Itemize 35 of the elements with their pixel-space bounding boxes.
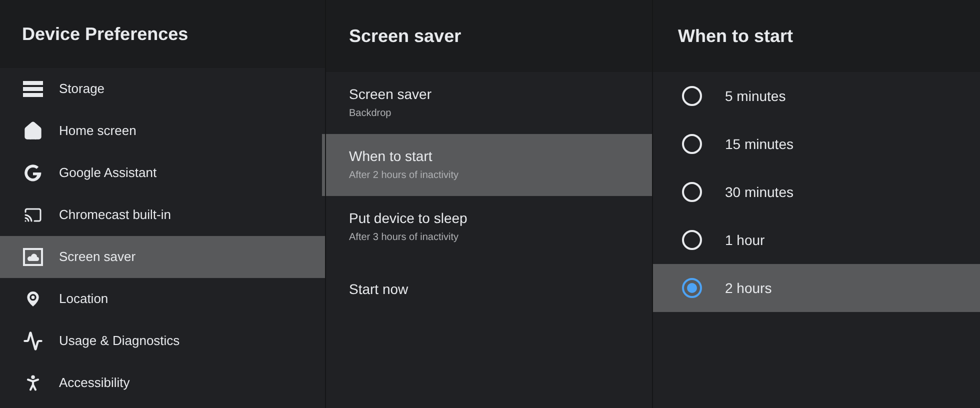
panel-title: Device Preferences	[22, 22, 188, 46]
item-label: Screen saver	[349, 85, 432, 103]
panel-title: Screen saver	[349, 24, 462, 48]
settings-item[interactable]: When to start After 2 hours of inactivity	[326, 134, 652, 196]
item-label: Start now	[349, 280, 410, 298]
scrollbar	[322, 134, 325, 196]
radio-option[interactable]: 15 minutes	[653, 120, 980, 168]
menu-item[interactable]: Chromecast built-in	[0, 194, 325, 236]
menu-item[interactable]: Home screen	[0, 110, 325, 152]
radio-option[interactable]: 1 hour	[653, 216, 980, 264]
cast-icon	[24, 206, 42, 224]
menu-item[interactable]: Accessibility	[0, 362, 325, 404]
settings-item[interactable]: Start now	[326, 258, 652, 320]
radio-option[interactable]: 30 minutes	[653, 168, 980, 216]
g-logo-icon	[23, 163, 43, 183]
item-summary: After 3 hours of inactivity	[349, 231, 460, 245]
settings-item[interactable]: Put device to sleep After 3 hours of inactivity	[326, 196, 652, 258]
home-icon	[23, 121, 43, 141]
menu-item[interactable]: Storage	[0, 68, 325, 110]
item-summary: Backdrop	[349, 107, 392, 121]
menu-item[interactable]: Google Assistant	[0, 152, 325, 194]
radio-option[interactable]: 5 minutes	[653, 72, 980, 120]
panel-title: When to start	[678, 24, 793, 48]
screen-saver-icon	[23, 248, 43, 266]
settings-item[interactable]: Screen saver Backdrop	[326, 72, 652, 134]
menu-item[interactable]: Screen saver	[0, 236, 325, 278]
item-label: When to start	[349, 147, 434, 165]
trend-line-icon	[23, 331, 43, 351]
radio-button[interactable]	[682, 278, 702, 298]
item-label: Put device to sleep	[349, 209, 468, 227]
menu-item[interactable]: Location	[0, 278, 325, 320]
radio-option[interactable]: 2 hours	[653, 264, 980, 312]
item-summary: After 2 hours of inactivity	[349, 169, 460, 183]
menu-item[interactable]: Usage & Diagnostics	[0, 320, 325, 362]
storage-icon	[23, 81, 43, 97]
